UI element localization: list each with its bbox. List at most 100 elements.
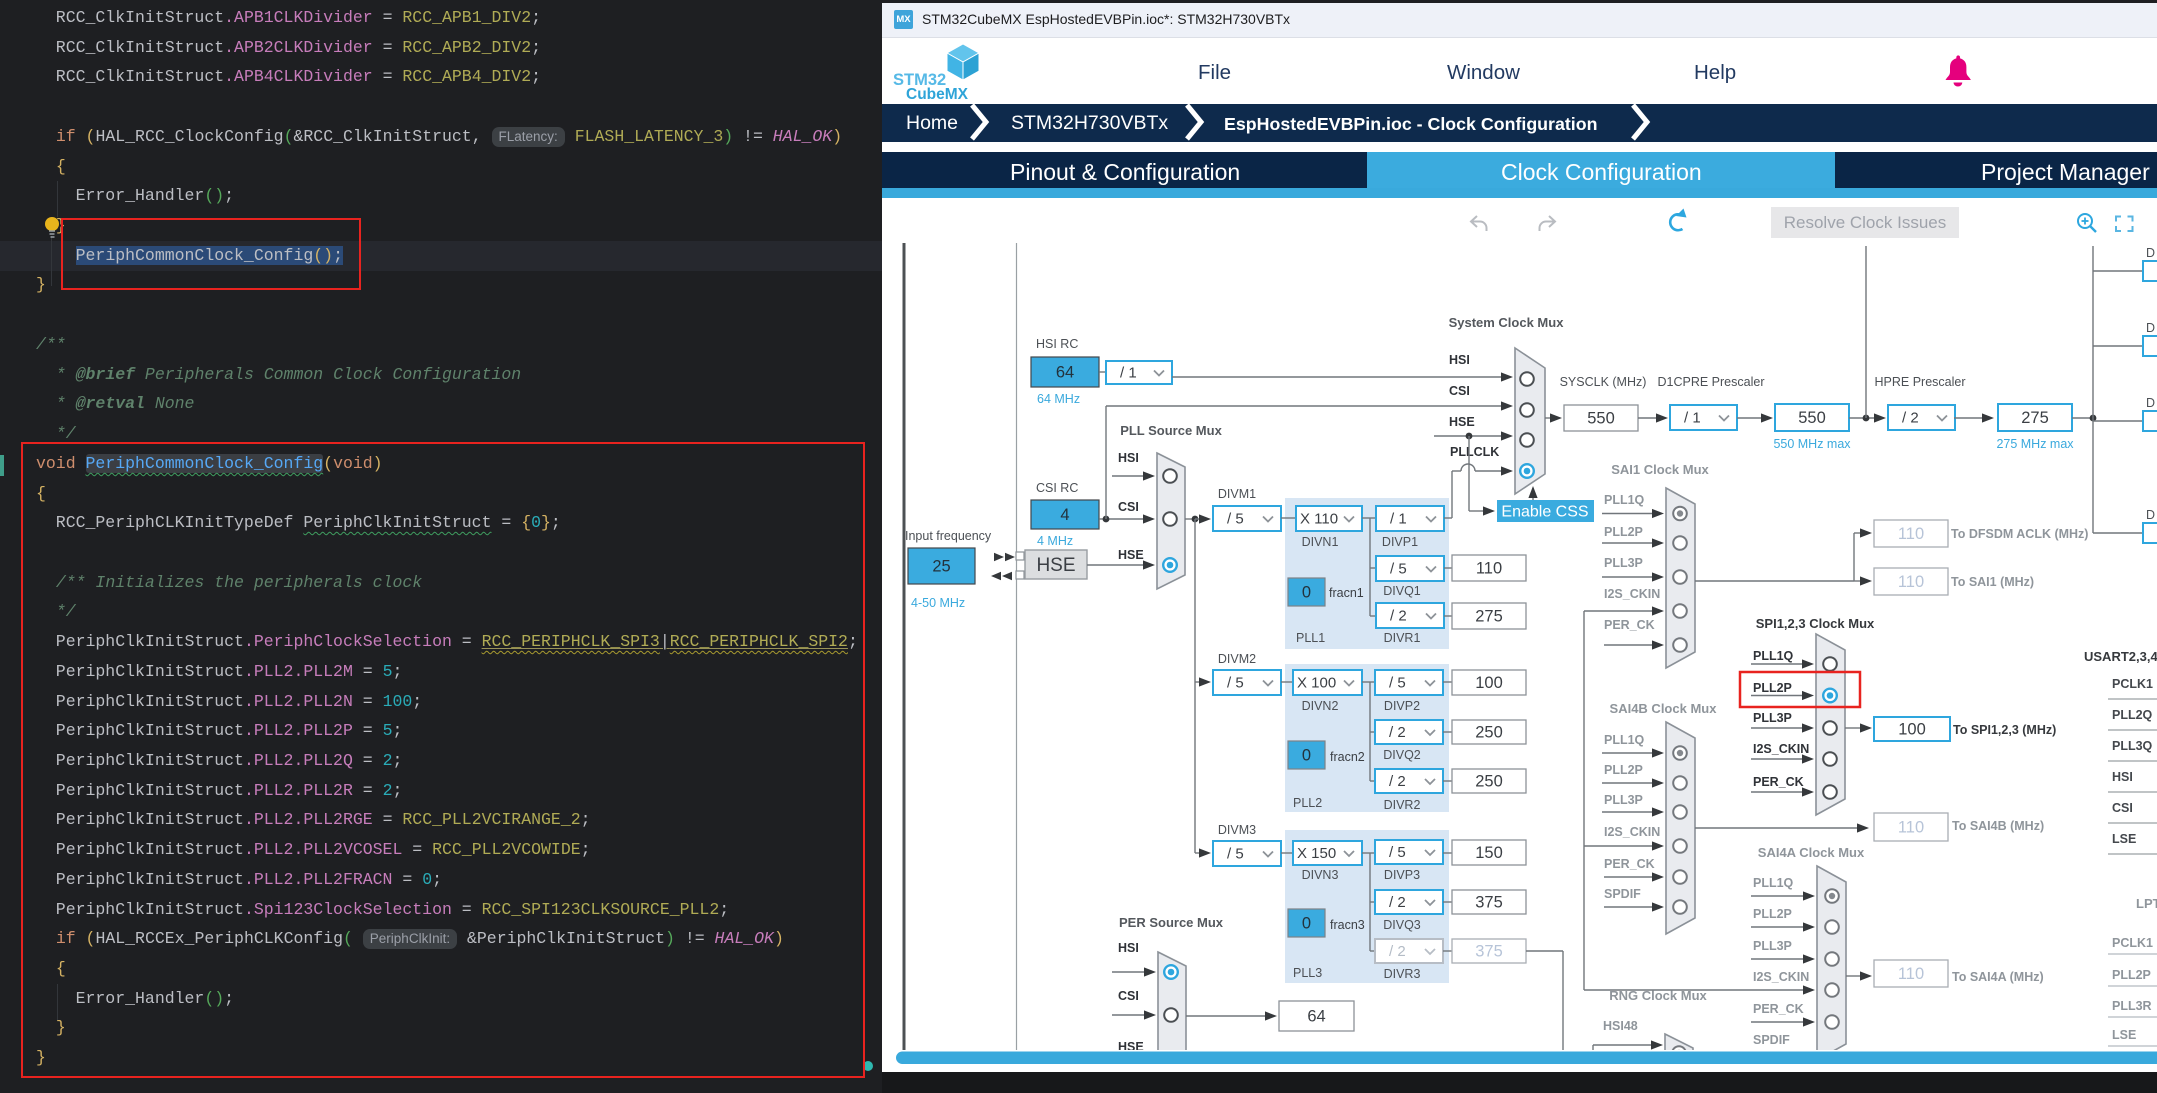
svg-text:X 150: X 150 xyxy=(1297,845,1336,862)
svg-text:PLL2P: PLL2P xyxy=(1753,681,1792,695)
svg-text:HSE: HSE xyxy=(1449,415,1475,429)
svg-text:/ 1: / 1 xyxy=(1390,511,1407,528)
svg-text:LSE: LSE xyxy=(2112,832,2136,846)
svg-text:X 110: X 110 xyxy=(1300,511,1338,528)
svg-text:110: 110 xyxy=(1476,560,1502,578)
svg-text:275: 275 xyxy=(2021,409,2049,427)
svg-text:550 MHz max: 550 MHz max xyxy=(1773,437,1851,451)
svg-text:DIVM3: DIVM3 xyxy=(1218,823,1256,837)
svg-text:SAI4A Clock Mux: SAI4A Clock Mux xyxy=(1758,845,1865,860)
svg-text:/ 2: / 2 xyxy=(1389,894,1406,911)
svg-text:D: D xyxy=(2146,508,2155,522)
svg-text:PLL2P: PLL2P xyxy=(2112,968,2151,982)
svg-text:fracn1: fracn1 xyxy=(1329,586,1364,600)
svg-text:DIVR3: DIVR3 xyxy=(1384,967,1421,981)
svg-text:110: 110 xyxy=(1898,525,1924,543)
svg-text:USART2,3,4,5,7: USART2,3,4,5,7 xyxy=(2084,649,2157,664)
svg-text:64: 64 xyxy=(1056,364,1074,382)
svg-text:100: 100 xyxy=(1898,721,1926,739)
svg-text:PCLK1: PCLK1 xyxy=(2112,677,2153,691)
svg-text:LSE: LSE xyxy=(2112,1028,2136,1042)
svg-text:DIVN3: DIVN3 xyxy=(1302,868,1339,882)
svg-text:SPDIF: SPDIF xyxy=(1604,887,1641,901)
svg-text:SAI4B Clock Mux: SAI4B Clock Mux xyxy=(1610,701,1718,716)
svg-text:100: 100 xyxy=(1475,674,1503,692)
svg-text:/ 1: / 1 xyxy=(1120,365,1137,382)
svg-text:PLL3P: PLL3P xyxy=(1753,939,1792,953)
svg-text:PCLK1: PCLK1 xyxy=(2112,936,2153,950)
svg-text:HSI48: HSI48 xyxy=(1603,1019,1638,1033)
svg-text:/ 2: / 2 xyxy=(1389,773,1406,790)
svg-text:CSI RC: CSI RC xyxy=(1036,481,1078,495)
svg-text:/ 5: / 5 xyxy=(1389,675,1406,692)
svg-text:DIVP2: DIVP2 xyxy=(1384,699,1420,713)
svg-text:PLL Source Mux: PLL Source Mux xyxy=(1120,423,1222,438)
svg-text:CSI: CSI xyxy=(1118,989,1139,1003)
svg-text:/ 2: / 2 xyxy=(1389,724,1406,741)
svg-text:HPRE Prescaler: HPRE Prescaler xyxy=(1875,375,1966,389)
svg-text:4 MHz: 4 MHz xyxy=(1037,534,1073,548)
svg-text:DIVQ1: DIVQ1 xyxy=(1383,584,1421,598)
svg-text:150: 150 xyxy=(1475,844,1503,862)
svg-text:HSI: HSI xyxy=(1449,353,1470,367)
svg-text:PER_CK: PER_CK xyxy=(1604,857,1655,871)
svg-text:CubeMX: CubeMX xyxy=(906,86,969,103)
svg-text:/ 5: / 5 xyxy=(1389,844,1406,861)
svg-text:64: 64 xyxy=(1307,1008,1325,1026)
svg-text:RNG Clock Mux: RNG Clock Mux xyxy=(1609,988,1707,1003)
svg-text:110: 110 xyxy=(1898,573,1924,591)
svg-text:275 MHz max: 275 MHz max xyxy=(1996,437,2074,451)
svg-text:SPI1,2,3 Clock Mux: SPI1,2,3 Clock Mux xyxy=(1756,616,1875,631)
svg-text:25: 25 xyxy=(932,558,950,576)
svg-text:I2S_CKIN: I2S_CKIN xyxy=(1604,587,1660,601)
svg-text:Enable CSS: Enable CSS xyxy=(1501,504,1588,521)
svg-text:Input frequency: Input frequency xyxy=(905,529,992,543)
svg-text:/ 1: / 1 xyxy=(1684,410,1701,427)
svg-text:4-50 MHz: 4-50 MHz xyxy=(911,596,965,610)
svg-text:/ 5: / 5 xyxy=(1227,511,1244,528)
svg-text:D: D xyxy=(2146,321,2155,335)
svg-text:CSI: CSI xyxy=(1449,384,1470,398)
svg-text:D: D xyxy=(2146,396,2155,410)
svg-text:To SAI1 (MHz): To SAI1 (MHz) xyxy=(1951,575,2034,589)
svg-text:PLL3P: PLL3P xyxy=(1604,793,1643,807)
svg-text:DIVN1: DIVN1 xyxy=(1302,535,1339,549)
svg-text:PLL2P: PLL2P xyxy=(1753,907,1792,921)
svg-text:I2S_CKIN: I2S_CKIN xyxy=(1753,742,1809,756)
svg-text:fracn3: fracn3 xyxy=(1330,918,1365,932)
svg-text:0: 0 xyxy=(1302,584,1311,602)
svg-text:DIVP3: DIVP3 xyxy=(1384,868,1420,882)
svg-text:PLL1Q: PLL1Q xyxy=(1604,493,1645,507)
svg-text:To SPI1,2,3 (MHz): To SPI1,2,3 (MHz) xyxy=(1953,723,2056,737)
svg-text:/ 5: / 5 xyxy=(1227,675,1244,692)
svg-text:DIVP1: DIVP1 xyxy=(1382,535,1418,549)
svg-text:0: 0 xyxy=(1302,915,1311,933)
svg-text:PLL2P: PLL2P xyxy=(1604,525,1643,539)
svg-text:DIVR2: DIVR2 xyxy=(1384,798,1421,812)
svg-text:DIVR1: DIVR1 xyxy=(1384,631,1421,645)
svg-text:HSE: HSE xyxy=(1036,555,1075,576)
svg-text:/ 2: / 2 xyxy=(1902,410,1919,427)
svg-text:DIVM2: DIVM2 xyxy=(1218,652,1256,666)
svg-text:PLL3R: PLL3R xyxy=(2112,999,2152,1013)
svg-text:375: 375 xyxy=(1475,894,1503,912)
svg-text:64 MHz: 64 MHz xyxy=(1037,392,1080,406)
svg-text:250: 250 xyxy=(1475,773,1503,791)
svg-text:/ 2: / 2 xyxy=(1390,608,1407,625)
svg-text:DIVQ3: DIVQ3 xyxy=(1383,918,1421,932)
svg-text:/ 5: / 5 xyxy=(1390,561,1407,578)
svg-text:SPDIF: SPDIF xyxy=(1753,1033,1790,1047)
svg-text:DIVQ2: DIVQ2 xyxy=(1383,748,1421,762)
svg-text:PLL3Q: PLL3Q xyxy=(2112,739,2153,753)
svg-text:SAI1 Clock Mux: SAI1 Clock Mux xyxy=(1611,462,1709,477)
svg-text:375: 375 xyxy=(1475,943,1503,961)
svg-text:DIVN2: DIVN2 xyxy=(1302,699,1339,713)
svg-text:550: 550 xyxy=(1798,409,1826,427)
svg-text:PLL3P: PLL3P xyxy=(1604,556,1643,570)
svg-text:I2S_CKIN: I2S_CKIN xyxy=(1753,970,1809,984)
svg-text:PLL2: PLL2 xyxy=(1293,796,1322,810)
svg-text:HSE: HSE xyxy=(1118,548,1144,562)
svg-text:550: 550 xyxy=(1587,410,1615,428)
svg-text:PER_CK: PER_CK xyxy=(1753,1002,1804,1016)
svg-text:HSI: HSI xyxy=(2112,770,2133,784)
